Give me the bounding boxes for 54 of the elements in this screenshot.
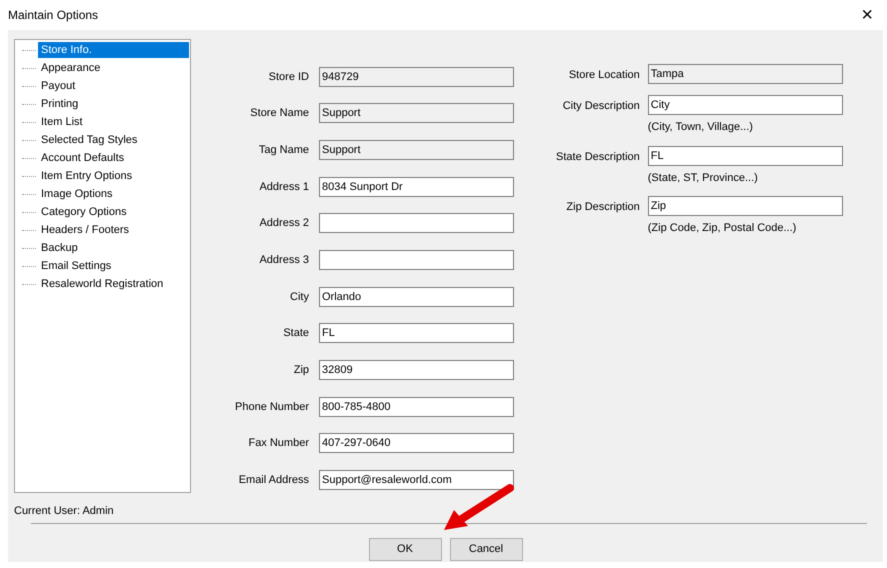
tree-item[interactable]: Payout — [38, 78, 78, 94]
input-field[interactable]: Orlando — [319, 286, 514, 307]
field-hint: (Zip Code, Zip, Postal Code...) — [648, 221, 798, 236]
tree-item[interactable]: Email Settings — [38, 258, 114, 274]
tree-item[interactable]: Store Info. — [38, 42, 189, 58]
field-label: Store Name — [249, 106, 309, 122]
input-field[interactable]: 407-297-0640 — [319, 433, 514, 454]
field-hint: (State, ST, Province...) — [648, 170, 759, 186]
current-user-text: Current User: Admin — [14, 504, 115, 519]
tree-item[interactable]: Printing — [38, 96, 82, 112]
tree-item[interactable]: Image Options — [38, 186, 116, 202]
field-label: Zip Description — [565, 200, 640, 215]
close-button[interactable]: × — [855, 5, 879, 25]
field-label: State Description — [556, 150, 640, 164]
field-label: Address 2 — [258, 216, 309, 232]
field-label: City Description — [562, 99, 640, 114]
field-label: Address 1 — [258, 180, 309, 195]
field-label: Email Address — [238, 472, 309, 488]
field-label: State — [282, 326, 309, 342]
tree-item[interactable]: Selected Tag Styles — [38, 132, 140, 148]
tree-item[interactable]: Item Entry Options — [38, 168, 136, 184]
input-field[interactable]: Support — [319, 103, 514, 124]
field-label: Store ID — [268, 70, 309, 85]
field-label: Store Location — [568, 68, 640, 83]
input-field[interactable]: FL — [319, 323, 514, 344]
input-field[interactable] — [319, 250, 514, 270]
input-field[interactable]: 948729 — [319, 66, 514, 87]
field-label: City — [289, 290, 309, 305]
input-field[interactable]: City — [648, 95, 843, 115]
field-label: Zip — [292, 362, 309, 378]
input-field[interactable]: Support@resaleworld.com — [319, 470, 514, 490]
input-field[interactable]: 32809 — [319, 360, 514, 380]
field-label: Address 3 — [258, 252, 309, 268]
tree-item[interactable]: Resaleworld Registration — [38, 276, 166, 292]
input-field[interactable] — [319, 213, 514, 234]
input-field[interactable]: FL — [648, 146, 843, 166]
ok-button[interactable]: OK — [368, 538, 442, 561]
field-label: Fax Number — [247, 436, 309, 452]
field-label: Tag Name — [258, 142, 309, 158]
input-field[interactable]: 800-785-4800 — [319, 396, 514, 417]
tree-item[interactable]: Backup — [38, 240, 81, 256]
input-field[interactable]: Tampa — [648, 64, 843, 84]
window-title: Maintain Options — [8, 7, 98, 24]
tree-item[interactable]: Account Defaults — [38, 150, 128, 166]
field-hint: (City, Town, Village...) — [648, 120, 754, 135]
tree-item[interactable]: Appearance — [38, 60, 104, 76]
input-field[interactable]: 8034 Sunport Dr — [319, 176, 514, 197]
tree-item[interactable]: Headers / Footers — [38, 222, 132, 238]
field-label: Phone Number — [235, 400, 309, 415]
tree-item[interactable]: Item List — [38, 114, 86, 130]
input-field[interactable]: Support — [319, 140, 514, 160]
tree-item[interactable]: Category Options — [38, 204, 130, 220]
input-field[interactable]: Zip — [648, 196, 843, 216]
cancel-button[interactable]: Cancel — [450, 538, 522, 561]
